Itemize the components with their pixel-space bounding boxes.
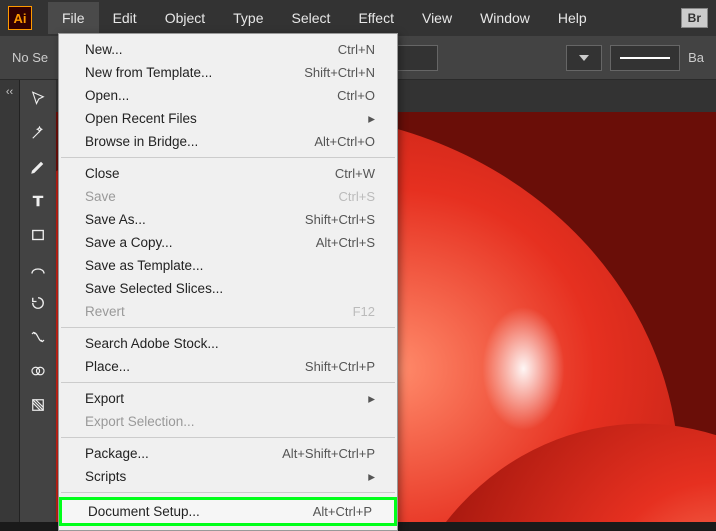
file-menu-export[interactable]: Export bbox=[59, 387, 397, 410]
menu-item-label: Save Selected Slices... bbox=[85, 281, 223, 296]
menu-item-shortcut: Ctrl+O bbox=[337, 88, 375, 103]
menu-item-shortcut: Ctrl+N bbox=[338, 42, 375, 57]
menu-item-label: Scripts bbox=[85, 469, 126, 484]
menu-object[interactable]: Object bbox=[151, 2, 219, 34]
menu-item-label: Document Setup... bbox=[88, 504, 200, 519]
menu-separator bbox=[61, 492, 395, 493]
menu-window[interactable]: Window bbox=[466, 2, 544, 34]
bridge-badge[interactable]: Br bbox=[681, 8, 708, 28]
file-menu-search-adobe-stock[interactable]: Search Adobe Stock... bbox=[59, 332, 397, 355]
file-menu-dropdown: New... Ctrl+N New from Template... Shift+Ct… bbox=[58, 33, 398, 531]
panel-collapse-toggle[interactable]: ‹‹ bbox=[0, 80, 20, 522]
app-logo: Ai bbox=[8, 6, 32, 30]
menu-edit[interactable]: Edit bbox=[99, 2, 151, 34]
menu-item-shortcut: Alt+Ctrl+O bbox=[314, 134, 375, 149]
menu-item-shortcut: Ctrl+W bbox=[335, 166, 375, 181]
no-selection-label: No Se bbox=[12, 50, 48, 65]
menu-item-label: Export Selection... bbox=[85, 414, 195, 429]
menu-help[interactable]: Help bbox=[544, 2, 601, 34]
shape-builder-tool[interactable] bbox=[20, 354, 56, 388]
gradient-tool[interactable] bbox=[20, 388, 56, 422]
menu-item-label: Export bbox=[85, 391, 124, 406]
file-menu-scripts[interactable]: Scripts bbox=[59, 465, 397, 488]
menu-separator bbox=[61, 157, 395, 158]
menu-item-shortcut: Shift+Ctrl+S bbox=[305, 212, 375, 227]
menu-item-shortcut: Alt+Ctrl+S bbox=[316, 235, 375, 250]
menu-item-shortcut: Shift+Ctrl+P bbox=[305, 359, 375, 374]
toolbox bbox=[20, 80, 56, 522]
file-menu-revert: Revert F12 bbox=[59, 300, 397, 323]
file-menu-save-as-template[interactable]: Save as Template... bbox=[59, 254, 397, 277]
pen-tool[interactable] bbox=[20, 150, 56, 184]
file-menu-new-from-template[interactable]: New from Template... Shift+Ctrl+N bbox=[59, 61, 397, 84]
menu-item-label: Open Recent Files bbox=[85, 111, 197, 126]
menu-type[interactable]: Type bbox=[219, 2, 277, 34]
file-menu-open[interactable]: Open... Ctrl+O bbox=[59, 84, 397, 107]
menu-item-label: New from Template... bbox=[85, 65, 212, 80]
menu-item-label: Save bbox=[85, 189, 116, 204]
file-menu-export-selection: Export Selection... bbox=[59, 410, 397, 433]
file-menu-save: Save Ctrl+S bbox=[59, 185, 397, 208]
menu-item-label: Open... bbox=[85, 88, 129, 103]
menu-separator bbox=[61, 382, 395, 383]
menu-select[interactable]: Select bbox=[278, 2, 345, 34]
type-tool[interactable] bbox=[20, 184, 56, 218]
menu-separator bbox=[61, 437, 395, 438]
file-menu-browse-in-bridge[interactable]: Browse in Bridge... Alt+Ctrl+O bbox=[59, 130, 397, 153]
file-menu-close[interactable]: Close Ctrl+W bbox=[59, 162, 397, 185]
menu-item-label: Close bbox=[85, 166, 120, 181]
menu-item-shortcut: Alt+Shift+Ctrl+P bbox=[282, 446, 375, 461]
selection-tool[interactable] bbox=[20, 82, 56, 116]
menu-item-label: Search Adobe Stock... bbox=[85, 336, 219, 351]
stroke-profile-dropdown[interactable] bbox=[566, 45, 602, 71]
menu-item-label: Save As... bbox=[85, 212, 146, 227]
menu-item-label: Browse in Bridge... bbox=[85, 134, 198, 149]
menu-file[interactable]: File bbox=[48, 2, 99, 34]
file-menu-save-a-copy[interactable]: Save a Copy... Alt+Ctrl+S bbox=[59, 231, 397, 254]
file-menu-open-recent-files[interactable]: Open Recent Files bbox=[59, 107, 397, 130]
menu-item-label: Save a Copy... bbox=[85, 235, 173, 250]
menu-bar: Ai FileEditObjectTypeSelectEffectViewWin… bbox=[0, 0, 716, 36]
menu-item-shortcut: Shift+Ctrl+N bbox=[304, 65, 375, 80]
curvature-tool[interactable] bbox=[20, 252, 56, 286]
chevron-down-icon bbox=[579, 55, 589, 61]
menu-view[interactable]: View bbox=[408, 2, 466, 34]
menu-effect[interactable]: Effect bbox=[344, 2, 408, 34]
width-tool[interactable] bbox=[20, 320, 56, 354]
menu-item-label: Package... bbox=[85, 446, 149, 461]
rotate-tool[interactable] bbox=[20, 286, 56, 320]
menu-item-label: New... bbox=[85, 42, 123, 57]
options-trailing: Ba bbox=[688, 50, 704, 65]
rectangle-tool[interactable] bbox=[20, 218, 56, 252]
menu-item-shortcut: Ctrl+S bbox=[339, 189, 375, 204]
file-menu-save-selected-slices[interactable]: Save Selected Slices... bbox=[59, 277, 397, 300]
menu-separator bbox=[61, 327, 395, 328]
menu-item-shortcut: F12 bbox=[353, 304, 375, 319]
file-menu-save-as[interactable]: Save As... Shift+Ctrl+S bbox=[59, 208, 397, 231]
file-menu-new[interactable]: New... Ctrl+N bbox=[59, 38, 397, 61]
menu-item-label: Save as Template... bbox=[85, 258, 203, 273]
menu-item-label: Revert bbox=[85, 304, 125, 319]
file-menu-place[interactable]: Place... Shift+Ctrl+P bbox=[59, 355, 397, 378]
menu-item-shortcut: Alt+Ctrl+P bbox=[313, 504, 372, 519]
magic-wand-tool[interactable] bbox=[20, 116, 56, 150]
file-menu-package[interactable]: Package... Alt+Shift+Ctrl+P bbox=[59, 442, 397, 465]
menu-item-label: Place... bbox=[85, 359, 130, 374]
brush-preview[interactable] bbox=[610, 45, 680, 71]
